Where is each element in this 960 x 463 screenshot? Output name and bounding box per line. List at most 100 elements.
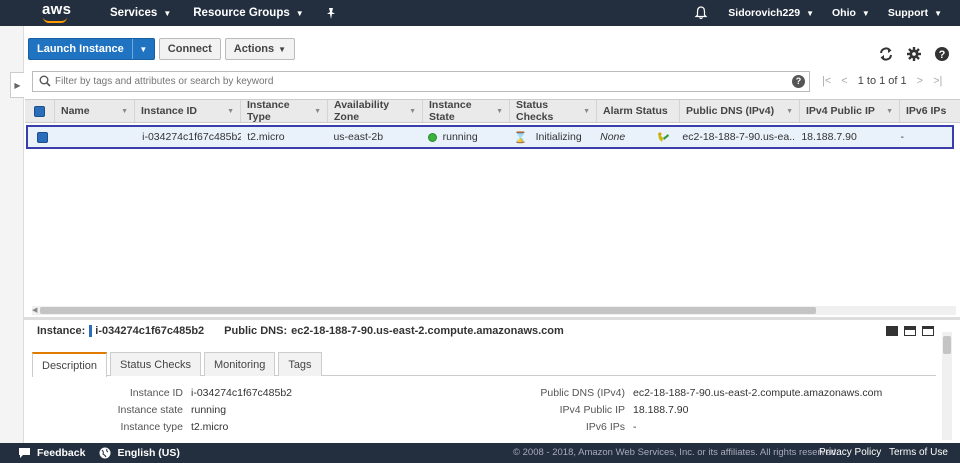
column-label: Availability Zone [334,99,390,123]
column-header-name[interactable]: Name ▼ [55,100,135,122]
detail-vertical-scrollbar[interactable] [942,332,952,440]
instances-toolbar: Launch Instance ▼ Connect Actions ▼ [28,38,296,60]
property-value: i-034274c1f67c485b2 [191,386,293,399]
create-alarm-icon[interactable] [657,131,670,143]
detail-tabs: Description Status Checks Monitoring Tag… [32,352,936,377]
last-page-icon[interactable]: >| [933,75,942,87]
column-header-alarm-status[interactable]: Alarm Status [597,100,680,122]
username-label: Sidorovich229 [728,7,801,19]
column-label: Alarm Status [603,105,668,117]
scroll-left-icon[interactable]: ◀ [32,306,37,314]
detail-public-dns: ec2-18-188-7-90.us-east-2.compute.amazon… [291,325,564,337]
resource-groups-menu[interactable]: Resource Groups ▼ [193,7,303,19]
description-left-column: Instance ID i-034274c1f67c485b2 Instance… [90,384,292,435]
sort-icon: ▼ [496,107,503,115]
top-navigation-bar: aws Services ▼ Resource Groups ▼ Sidorov… [0,0,960,26]
chevron-down-icon: ▼ [806,8,814,18]
feedback-button[interactable]: Feedback [18,447,85,459]
nav-right-group: Sidorovich229 ▼ Ohio ▼ Support ▼ [694,0,960,26]
hourglass-icon: ⌛ [513,131,528,144]
row-checkbox[interactable] [36,131,48,143]
chevron-down-icon: ▼ [139,44,148,54]
user-menu[interactable]: Sidorovich229 ▼ [728,7,814,19]
column-label: Instance ID [141,105,198,117]
select-all-checkbox[interactable] [34,105,45,117]
launch-dropdown-toggle[interactable]: ▼ [131,39,154,59]
pane-minimize-icon[interactable] [886,326,898,336]
column-header-availability-zone[interactable]: Availability Zone ▼ [328,99,423,123]
row-select-cell [28,131,57,143]
chevron-down-icon: ▼ [934,8,942,18]
services-menu[interactable]: Services ▼ [110,7,171,19]
pin-icon [326,7,335,19]
pane-resize-handle[interactable] [24,317,960,320]
terms-of-use-link[interactable]: Terms of Use [889,447,948,458]
instance-label: Instance: [37,325,86,337]
prev-page-icon[interactable]: < [841,75,847,87]
launch-instance-label: Launch Instance [37,43,124,55]
scrollbar-thumb[interactable] [40,307,816,314]
column-header-public-dns[interactable]: Public DNS (IPv4) ▼ [680,100,800,122]
property-value: running [191,403,227,416]
support-menu[interactable]: Support ▼ [888,7,942,19]
column-header-ipv4-public-ip[interactable]: IPv4 Public IP ▼ [800,100,900,122]
pane-half-icon[interactable] [904,326,916,336]
chevron-down-icon: ▼ [861,8,870,18]
tab-status-checks[interactable]: Status Checks [110,352,201,376]
language-selector[interactable]: English (US) [99,447,180,459]
pane-maximize-icon[interactable] [922,326,934,336]
connect-button[interactable]: Connect [158,38,221,60]
aws-logo[interactable]: aws [0,0,90,26]
tab-description[interactable]: Description [32,352,108,377]
column-header-instance-state[interactable]: Instance State ▼ [423,99,510,123]
description-right-column: Public DNS (IPv4) ec2-18-188-7-90.us-eas… [510,384,882,435]
scrollbar-thumb[interactable] [943,336,951,354]
gear-icon[interactable] [906,46,922,62]
status-checks-text: Initializing [535,131,582,143]
column-header-instance-type[interactable]: Instance Type ▼ [241,99,328,123]
tab-tags[interactable]: Tags [278,352,322,376]
filter-help-icon[interactable]: ? [792,74,805,88]
expand-sidebar-button[interactable]: ▶ [10,72,24,98]
help-icon[interactable]: ? [934,46,950,62]
bell-icon[interactable] [694,6,708,20]
property-row: IPv6 IPs - [510,418,882,435]
instance-marker [89,325,93,337]
launch-instance-button[interactable]: Launch Instance ▼ [28,38,155,60]
sort-icon: ▼ [409,107,416,115]
language-label: English (US) [117,447,180,459]
column-header-ipv6-ips[interactable]: IPv6 IPs [900,100,960,122]
column-header-status-checks[interactable]: Status Checks ▼ [510,99,597,123]
search-icon [39,75,51,87]
table-horizontal-scrollbar[interactable]: ◀ [32,306,956,315]
cell-ipv6-ips: - [900,131,904,143]
alarm-status-text: None [600,131,626,143]
first-page-icon[interactable]: |< [822,75,831,87]
sort-icon: ▼ [583,107,590,115]
column-label: Instance State [429,99,472,123]
tab-monitoring[interactable]: Monitoring [203,352,276,376]
instance-state-text: running [442,131,478,143]
chevron-down-icon: ▼ [278,44,287,54]
refresh-icon[interactable] [878,46,894,62]
filter-row: ? |< < 1 to 1 of 1 > >| [32,70,956,92]
property-key: Instance state [117,403,183,416]
table-row[interactable]: i-034274c1f67c485b2 t2.micro us-east-2b … [26,125,954,149]
region-menu[interactable]: Ohio ▼ [832,7,870,19]
actions-button[interactable]: Actions ▼ [224,38,296,60]
pagination: |< < 1 to 1 of 1 > >| [822,75,942,87]
pane-layout-controls [886,326,934,336]
feedback-label: Feedback [37,447,86,459]
property-key: IPv6 IPs [585,420,625,433]
chevron-down-icon: ▼ [295,8,304,18]
connect-label: Connect [167,43,212,55]
sort-icon: ▼ [886,107,893,115]
toolbar-right-icons: ? [878,46,950,62]
filter-search-input[interactable] [55,75,785,87]
services-label: Services [110,7,158,19]
support-label: Support [887,7,929,19]
privacy-policy-link[interactable]: Privacy Policy [819,447,881,458]
pin-button[interactable] [326,7,336,19]
column-header-instance-id[interactable]: Instance ID ▼ [135,100,241,122]
next-page-icon[interactable]: > [917,75,923,87]
